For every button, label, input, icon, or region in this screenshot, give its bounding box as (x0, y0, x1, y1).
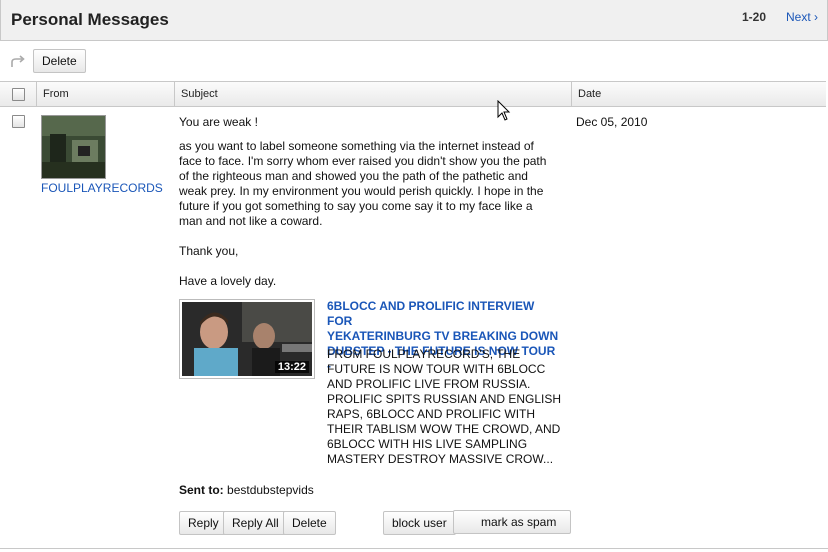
video-thumbnail[interactable]: 13:22 (179, 299, 315, 379)
video-description: FROM FOULPLAYRECORD'S, THE FUTURE IS NOW… (327, 347, 565, 467)
avatar[interactable] (41, 115, 106, 179)
toolbar-delete-button[interactable]: Delete (33, 49, 86, 73)
next-page-link[interactable]: Next › (786, 10, 818, 24)
sent-to-value: bestdubstepvids (227, 483, 314, 497)
page-title: Personal Messages (11, 10, 169, 29)
message-thanks: Thank you, (179, 244, 239, 258)
video-desc-line: THEIR TABLISM WOW THE CROWD, AND (327, 422, 561, 436)
avatar-image (42, 116, 105, 178)
block-user-button[interactable]: block user (383, 511, 456, 535)
column-subject[interactable]: Subject (175, 82, 218, 106)
body-line: man and not like a coward. (179, 214, 323, 228)
video-title-line: YEKATERINBURG TV BREAKING DOWN (327, 329, 559, 343)
sent-to: Sent to: bestdubstepvids (179, 483, 314, 498)
reply-button[interactable]: Reply (179, 511, 228, 535)
message-subject: You are weak ! (179, 115, 258, 129)
mouse-cursor-icon (497, 100, 511, 121)
video-title-line: 6BLOCC AND PROLIFIC INTERVIEW FOR (327, 299, 535, 328)
video-desc-line: MASTERY DESTROY MASSIVE CROW... (327, 452, 554, 466)
video-desc-line: RAPS, 6BLOCC AND PROLIFIC WITH (327, 407, 536, 421)
sender-link[interactable]: FOULPLAYRECORDS (41, 181, 163, 195)
body-line: weak prey. In my environment you would p… (179, 184, 544, 198)
video-desc-line: PROLIFIC SPITS RUSSIAN AND ENGLISH (327, 392, 562, 406)
page-range: 1-20 (742, 10, 767, 24)
video-desc-line: AND PROLIFIC LIVE FROM RUSSIA. (327, 377, 531, 391)
mark-spam-button[interactable]: mark as spam (453, 510, 572, 534)
message-body: as you want to label someone something v… (179, 139, 546, 229)
column-from[interactable]: From (37, 82, 69, 106)
column-date[interactable]: Date (572, 82, 601, 106)
select-all-checkbox[interactable] (12, 88, 25, 101)
reply-all-button[interactable]: Reply All (223, 511, 288, 535)
body-line: future if you got something to say you c… (179, 199, 533, 213)
video-desc-line: FROM FOULPLAYRECORD'S, THE (327, 347, 521, 361)
reply-arrow-icon[interactable] (10, 54, 26, 68)
toolbar: Delete (0, 41, 828, 81)
video-desc-line: FUTURE IS NOW TOUR WITH 6BLOCC (327, 362, 546, 376)
body-line: face to face. I'm sorry whom ever raised… (179, 154, 547, 168)
column-header-row: From Subject Date (0, 81, 826, 107)
video-thumbnail-image: 13:22 (182, 302, 312, 376)
video-desc-line: 6BLOCC WITH HIS LIVE SAMPLING (327, 437, 528, 451)
video-duration: 13:22 (274, 361, 309, 373)
sent-to-label: Sent to: (179, 483, 224, 497)
message-closing: Have a lovely day. (179, 274, 277, 288)
messages-header: Personal Messages 1-20 Next › (0, 0, 828, 41)
delete-button[interactable]: Delete (283, 511, 336, 535)
message-date: Dec 05, 2010 (576, 115, 648, 129)
message-checkbox[interactable] (12, 115, 25, 128)
body-line: of the righteous man and showed you the … (179, 169, 528, 183)
divider (0, 548, 828, 549)
body-line: as you want to label someone something v… (179, 139, 534, 153)
